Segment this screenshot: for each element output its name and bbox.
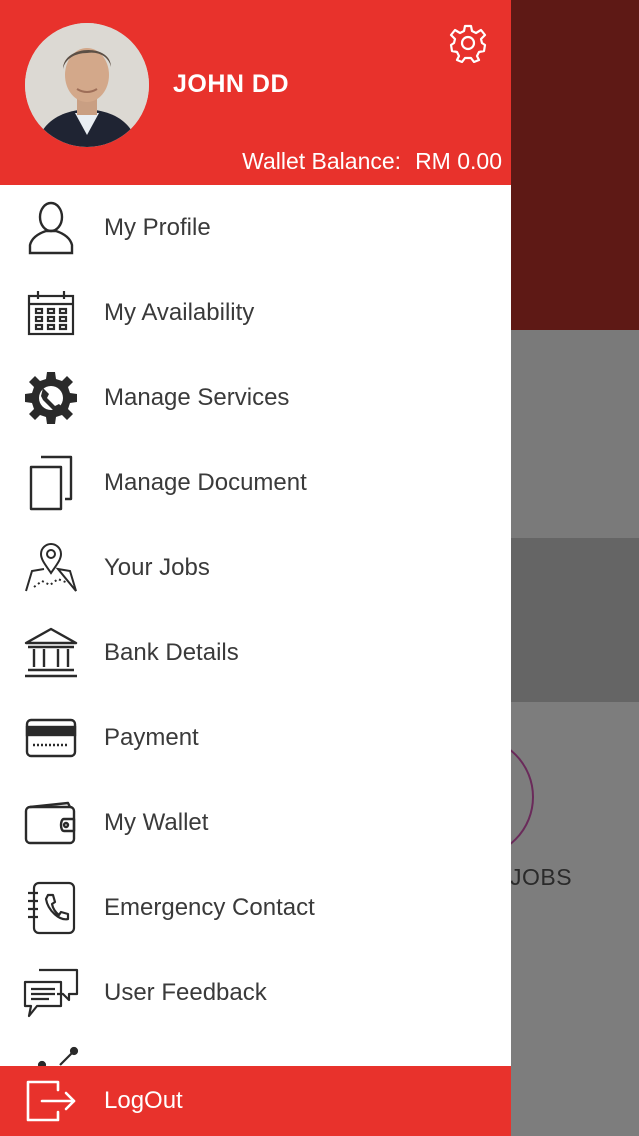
menu-item-label: Manage Services — [104, 383, 290, 411]
menu-item-label: Manage Document — [104, 468, 307, 496]
menu-item-your-jobs[interactable]: Your Jobs — [0, 525, 511, 610]
bank-icon — [22, 625, 80, 681]
gear-icon — [449, 24, 487, 64]
menu-item-label: Payment — [104, 723, 199, 751]
calendar-icon — [22, 285, 80, 341]
navigation-drawer: JOHN DD Wallet Balance: RM 0.00 My Profil… — [0, 0, 511, 1136]
wallet-balance: Wallet Balance: RM 0.00 — [242, 148, 502, 175]
phone-book-icon — [22, 880, 80, 936]
wallet-balance-label: Wallet Balance: — [242, 148, 402, 174]
menu-item-label: My Wallet — [104, 808, 209, 836]
menu-item-bank-details[interactable]: Bank Details — [0, 610, 511, 695]
logout-label: LogOut — [104, 1087, 183, 1114]
menu-item-label: My Availability — [104, 298, 255, 326]
drawer-header: JOHN DD Wallet Balance: RM 0.00 — [0, 0, 511, 185]
settings-button[interactable] — [448, 23, 488, 64]
menu-item-label: Bank Details — [104, 638, 239, 666]
user-icon — [22, 200, 80, 256]
logout-button[interactable]: LogOut — [0, 1066, 511, 1136]
user-name: JOHN DD — [173, 70, 290, 98]
avatar[interactable] — [25, 23, 149, 147]
menu-item-payment[interactable]: Payment — [0, 695, 511, 780]
menu-item-label: Emergency Contact — [104, 893, 315, 921]
wallet-icon — [22, 795, 80, 851]
menu-item-manage-services[interactable]: Manage Services — [0, 355, 511, 440]
menu-item-manage-document[interactable]: Manage Document — [0, 440, 511, 525]
menu-item-my-wallet[interactable]: My Wallet — [0, 780, 511, 865]
menu-item-label: My Profile — [104, 213, 211, 241]
menu-item-my-availability[interactable]: My Availability — [0, 270, 511, 355]
documents-icon — [22, 455, 80, 511]
menu-item-label: Your Jobs — [104, 553, 210, 581]
drawer-menu: My Profile My Availability Manage Servic… — [0, 185, 511, 1035]
wallet-balance-amount: RM 0.00 — [415, 148, 502, 174]
chat-bubbles-icon — [22, 965, 80, 1021]
menu-item-my-profile[interactable]: My Profile — [0, 185, 511, 270]
background-jobs-label: JOBS — [510, 864, 573, 890]
map-pin-icon — [22, 540, 80, 596]
menu-item-user-feedback[interactable]: User Feedback — [0, 950, 511, 1035]
menu-item-label: User Feedback — [104, 978, 267, 1006]
logout-icon — [24, 1078, 78, 1124]
menu-item-emergency-contact[interactable]: Emergency Contact — [0, 865, 511, 950]
gear-wrench-icon — [22, 370, 80, 426]
credit-card-icon — [22, 710, 80, 766]
